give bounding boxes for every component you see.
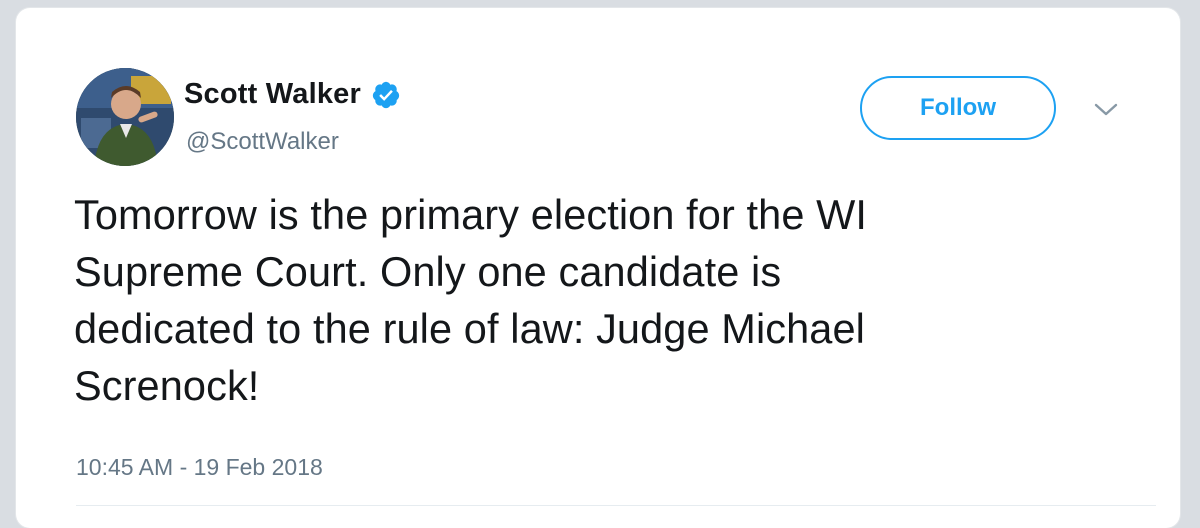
tweet-text: Tomorrow is the primary election for the… [74,186,1114,414]
chevron-down-icon[interactable] [1092,100,1120,120]
tweet-text-line: Supreme Court. Only one candidate is [74,248,782,295]
tweet-text-line: dedicated to the rule of law: Judge Mich… [74,305,865,352]
verified-badge-icon [371,80,401,110]
tweet-text-line: Screnock! [74,362,260,409]
tweet-timestamp[interactable]: 10:45 AM - 19 Feb 2018 [76,454,323,481]
author-display-name[interactable]: Scott Walker [184,78,361,111]
tweet-card: Scott Walker @ScottWalker Follow Tomorro… [16,8,1180,528]
follow-button[interactable]: Follow [860,76,1056,140]
author-name-row[interactable]: Scott Walker [184,78,401,111]
tweet-text-line: Tomorrow is the primary election for the… [74,191,868,238]
avatar[interactable] [76,68,174,166]
author-handle[interactable]: @ScottWalker [186,128,339,156]
profile-photo [76,68,174,166]
